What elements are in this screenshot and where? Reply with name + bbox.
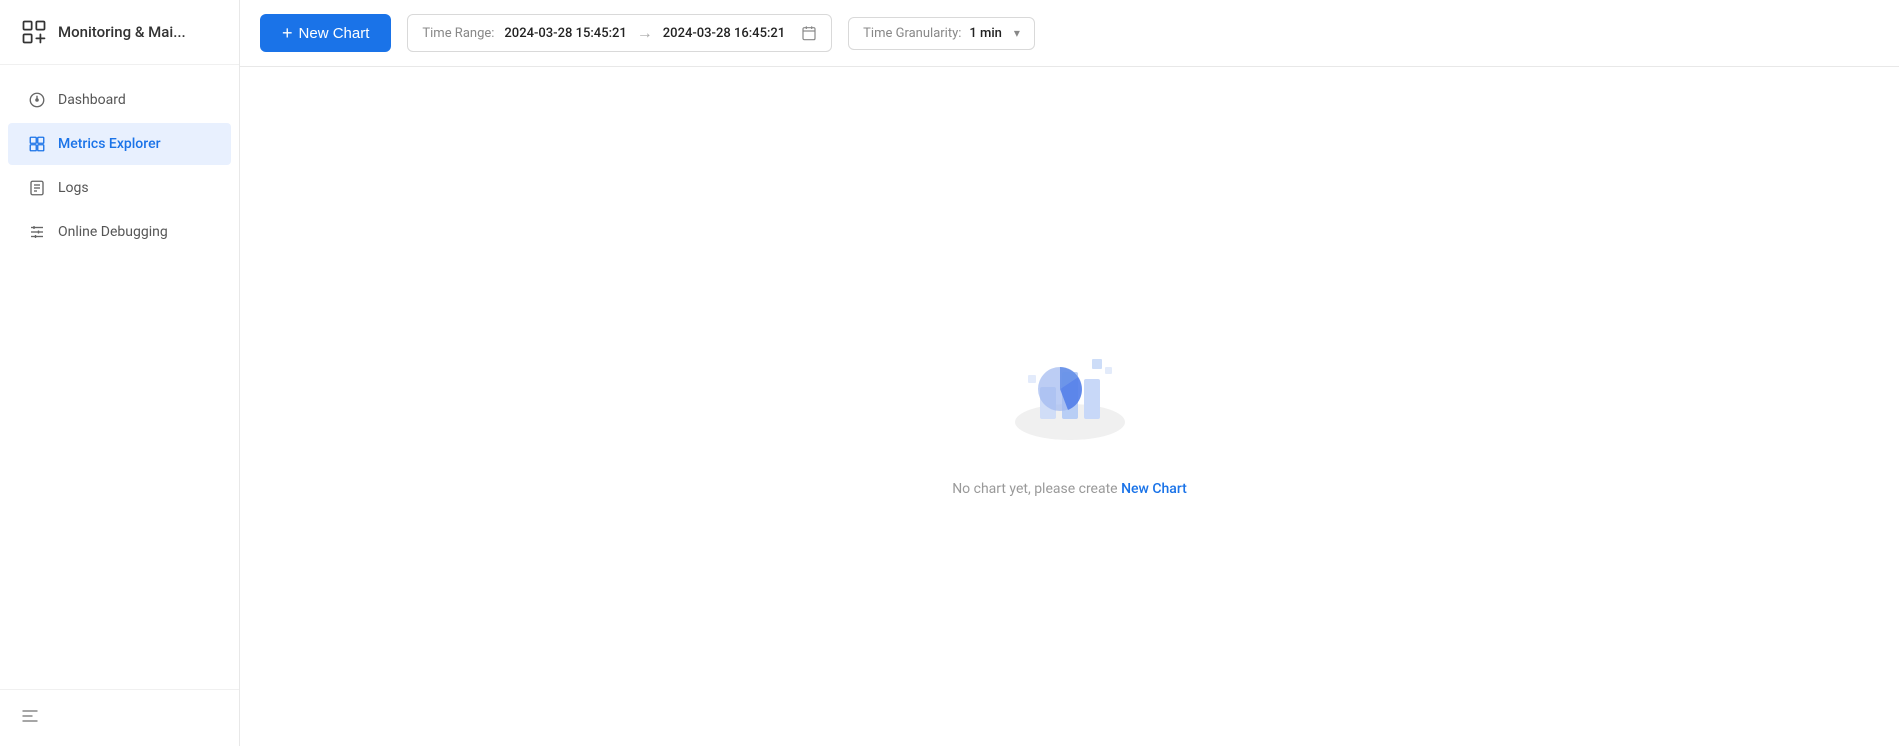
empty-state-message: No chart yet, please create New Chart	[952, 481, 1187, 497]
online-debugging-icon	[28, 223, 46, 241]
plus-icon: +	[282, 24, 293, 42]
sidebar-item-online-debugging[interactable]: Online Debugging	[8, 211, 231, 253]
sidebar-nav: Dashboard Metrics Explorer Logs	[0, 65, 239, 689]
sidebar-item-logs[interactable]: Logs	[8, 167, 231, 209]
new-chart-label: New Chart	[299, 25, 370, 42]
granularity-value: 1 min	[969, 26, 1002, 41]
main-content: + New Chart Time Range: 2024-03-28 15:45…	[240, 0, 1899, 746]
toolbar: + New Chart Time Range: 2024-03-28 15:45…	[240, 0, 1899, 67]
sidebar-logo: Monitoring & Mai...	[0, 0, 239, 65]
empty-state-text: No chart yet, please create	[952, 481, 1121, 497]
sidebar-item-label: Metrics Explorer	[58, 136, 161, 152]
empty-state-illustration	[1000, 317, 1140, 457]
metrics-explorer-icon	[28, 135, 46, 153]
dashboard-icon	[28, 91, 46, 109]
time-range-start: 2024-03-28 15:45:21	[504, 26, 626, 41]
app-title: Monitoring & Mai...	[58, 23, 186, 41]
sidebar: Monitoring & Mai... Dashboard Metrics Ex…	[0, 0, 240, 746]
sidebar-footer	[0, 689, 239, 746]
time-range-picker[interactable]: Time Range: 2024-03-28 15:45:21 → 2024-0…	[407, 14, 832, 52]
time-range-end: 2024-03-28 16:45:21	[663, 26, 785, 41]
empty-state-new-chart-link[interactable]: New Chart	[1121, 481, 1187, 497]
menu-icon[interactable]	[20, 706, 40, 726]
time-granularity-selector[interactable]: Time Granularity: 1 min ▾	[848, 17, 1035, 50]
chevron-down-icon: ▾	[1014, 26, 1020, 40]
logs-icon	[28, 179, 46, 197]
time-range-arrow: →	[637, 23, 653, 43]
calendar-icon	[801, 25, 817, 41]
sidebar-item-metrics-explorer[interactable]: Metrics Explorer	[8, 123, 231, 165]
sidebar-item-label: Dashboard	[58, 92, 126, 108]
granularity-label: Time Granularity:	[863, 26, 961, 41]
sidebar-item-label: Online Debugging	[58, 224, 168, 240]
empty-state: No chart yet, please create New Chart	[240, 67, 1899, 746]
app-logo-icon	[20, 18, 48, 46]
sidebar-item-label: Logs	[58, 180, 89, 196]
new-chart-button[interactable]: + New Chart	[260, 14, 391, 52]
time-range-label: Time Range:	[422, 26, 494, 41]
sidebar-item-dashboard[interactable]: Dashboard	[8, 79, 231, 121]
